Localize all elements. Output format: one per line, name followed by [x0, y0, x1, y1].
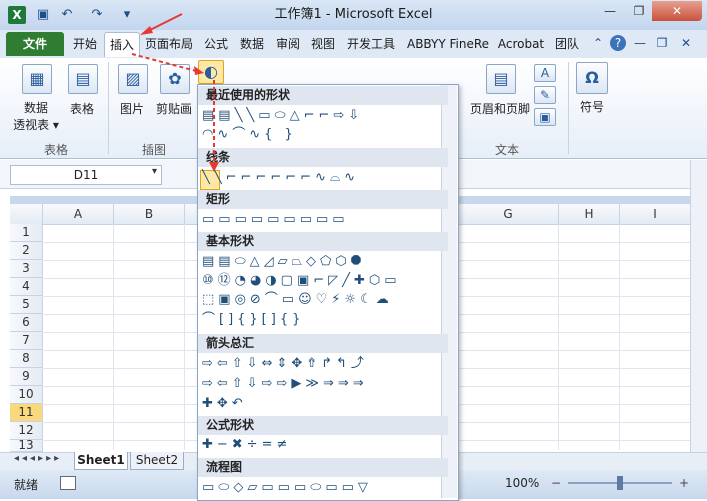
annotation-arrowhead	[194, 66, 204, 75]
annotation-arrowhead	[140, 26, 153, 35]
annotation-arrowhead	[209, 162, 219, 172]
annotation-arrow-to-shapes	[131, 53, 201, 73]
annotation-arrows	[131, 13, 219, 172]
